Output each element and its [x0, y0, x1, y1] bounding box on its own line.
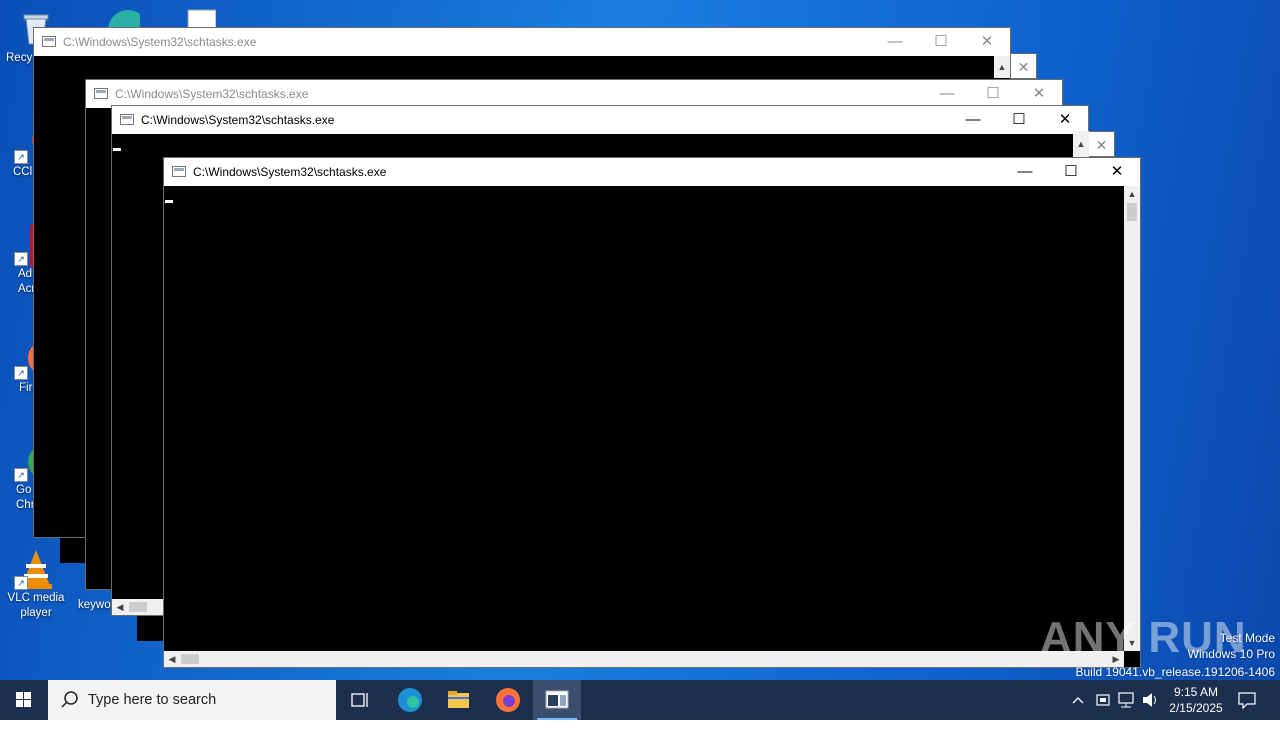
horizontal-scrollbar[interactable]: ◀ ▶: [164, 651, 1124, 667]
maximize-button[interactable]: ☐: [970, 80, 1016, 108]
window-title: C:\Windows\System32\schtasks.exe: [63, 35, 257, 49]
firefox-icon: [496, 688, 520, 712]
console-window-fragment: [137, 616, 163, 641]
console-icon: [545, 690, 569, 709]
maximize-button[interactable]: ☐: [996, 106, 1042, 134]
edge-icon: [398, 688, 422, 712]
clock-date: 2/15/2025: [1169, 701, 1223, 715]
shortcut-arrow-icon: ↗: [14, 576, 28, 590]
desktop-icon-label: VLC media player: [7, 592, 65, 619]
scroll-left-icon[interactable]: ◀: [164, 651, 180, 667]
hidden-window-edge: ▲ ✕: [1073, 131, 1115, 157]
network-icon: [1118, 692, 1134, 708]
scroll-up-icon[interactable]: ▲: [1073, 131, 1089, 157]
folder-icon: [448, 691, 469, 708]
minimize-button[interactable]: —: [950, 106, 996, 134]
search-placeholder: Type here to search: [88, 692, 217, 708]
console-cursor: [165, 200, 173, 203]
minimize-button[interactable]: —: [1002, 158, 1048, 186]
window-title: C:\Windows\System32\schtasks.exe: [193, 165, 387, 179]
minimize-button[interactable]: —: [924, 80, 970, 108]
console-taskbar-button[interactable]: [533, 680, 581, 720]
window-titlebar[interactable]: C:\Windows\System32\schtasks.exe — ☐ ✕: [34, 28, 1010, 56]
security-icon: [1096, 694, 1110, 706]
console-window-fragment: [60, 538, 86, 563]
window-title: C:\Windows\System32\schtasks.exe: [141, 113, 335, 127]
scroll-up-icon[interactable]: ▲: [1124, 186, 1140, 202]
file-explorer-taskbar-button[interactable]: [434, 680, 482, 720]
close-button[interactable]: ✕: [1094, 158, 1140, 186]
taskbar: Type here to search 9:15 AM 2/15/2025: [0, 680, 1280, 720]
maximize-button[interactable]: ☐: [1048, 158, 1094, 186]
scroll-thumb[interactable]: [181, 654, 199, 664]
hidden-window-edge: ✕: [1011, 53, 1037, 79]
scroll-up-icon[interactable]: ▲: [994, 59, 1010, 75]
window-titlebar[interactable]: C:\Windows\System32\schtasks.exe — ☐ ✕: [164, 158, 1140, 186]
console-cursor: [113, 148, 121, 151]
close-button[interactable]: ✕: [1016, 80, 1062, 108]
clock[interactable]: 9:15 AM 2/15/2025: [1163, 680, 1229, 720]
build-text: Build 19041.vb_release.191206-1406: [1075, 665, 1276, 679]
volume-icon: [1143, 693, 1156, 707]
search-icon: [61, 691, 78, 708]
edge-taskbar-button[interactable]: [386, 680, 434, 720]
task-view-button[interactable]: [336, 680, 384, 720]
tray-security-icon[interactable]: [1092, 680, 1114, 720]
maximize-button[interactable]: ☐: [918, 28, 964, 56]
window-title: C:\Windows\System32\schtasks.exe: [115, 87, 309, 101]
show-hidden-icons-button[interactable]: [1068, 680, 1088, 720]
windows-logo-icon: [16, 692, 31, 707]
vertical-scrollbar[interactable]: ▲: [994, 56, 1010, 78]
task-view-icon: [351, 693, 368, 707]
start-button[interactable]: [0, 680, 48, 720]
console-app-icon: [172, 166, 186, 177]
desktop-icon-label: keywo: [78, 599, 111, 611]
notification-icon: [1238, 692, 1256, 710]
search-box[interactable]: Type here to search: [48, 680, 336, 720]
scroll-thumb[interactable]: [1127, 203, 1137, 221]
windows-edition-text: Windows 10 Pro: [1187, 647, 1275, 661]
close-button[interactable]: ✕: [964, 28, 1010, 56]
tray-volume-icon[interactable]: [1139, 680, 1161, 720]
close-icon: ✕: [1089, 131, 1115, 157]
shortcut-arrow-icon: ↗: [14, 150, 28, 164]
notifications-button[interactable]: [1234, 680, 1260, 720]
test-mode-text: Test Mode: [1219, 631, 1275, 645]
console-app-icon: [120, 114, 134, 125]
shortcut-arrow-icon: ↗: [14, 252, 28, 266]
console-window-4[interactable]: C:\Windows\System32\schtasks.exe — ☐ ✕ ▲…: [163, 157, 1141, 668]
scroll-left-icon[interactable]: ◀: [112, 599, 128, 615]
shortcut-arrow-icon: ↗: [14, 366, 28, 380]
desktop: Recy ↗ CCl ↗ Ad Acr ↗ Fir ↗ Go Chr ↗ VLC…: [0, 0, 1280, 680]
vertical-scrollbar[interactable]: ▲ ▼: [1124, 186, 1140, 651]
console-app-icon: [42, 36, 56, 47]
window-titlebar[interactable]: C:\Windows\System32\schtasks.exe — ☐ ✕: [112, 106, 1088, 134]
vlc-icon: ↗: [14, 548, 56, 590]
clock-time: 9:15 AM: [1173, 685, 1219, 699]
tray-network-icon[interactable]: [1115, 680, 1137, 720]
horizontal-scrollbar[interactable]: ◀: [112, 599, 164, 615]
chevron-up-icon: [1072, 697, 1084, 704]
firefox-taskbar-button[interactable]: [484, 680, 532, 720]
desktop-icon-keyword-file[interactable]: keywo: [72, 598, 112, 613]
close-button[interactable]: ✕: [1042, 106, 1088, 134]
shortcut-arrow-icon: ↗: [14, 468, 28, 482]
scroll-thumb[interactable]: [129, 602, 147, 612]
console-app-icon: [94, 88, 108, 99]
minimize-button[interactable]: —: [872, 28, 918, 56]
window-titlebar[interactable]: C:\Windows\System32\schtasks.exe — ☐ ✕: [86, 80, 1062, 108]
